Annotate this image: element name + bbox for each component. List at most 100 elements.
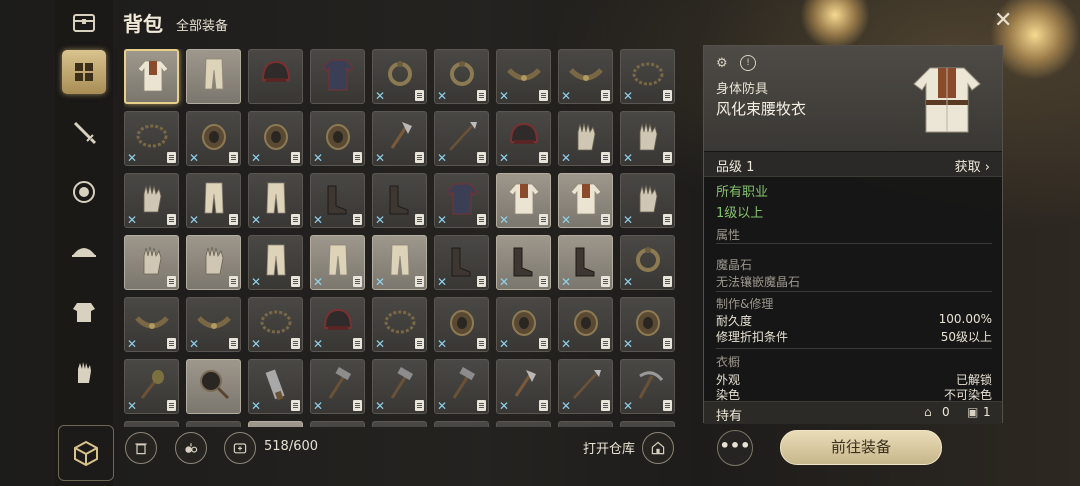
hat-icon[interactable] (62, 228, 106, 272)
note-icon (167, 276, 176, 287)
inventory-slot[interactable] (186, 49, 241, 104)
robe-icon (913, 67, 981, 133)
robe-icon (508, 183, 540, 215)
inventory-slot[interactable]: ✕ (558, 173, 613, 228)
inventory-slot[interactable]: ✕ (372, 297, 427, 352)
inventory-slot[interactable]: ✕ (496, 297, 551, 352)
inventory-slot[interactable]: ✕ (434, 235, 489, 290)
close-icon[interactable]: ✕ (994, 8, 1012, 33)
inventory-slot[interactable]: ✕ (558, 49, 613, 104)
sword-icon[interactable] (62, 110, 106, 154)
inventory-slot[interactable]: ✕ (186, 111, 241, 166)
note-icon (167, 214, 176, 225)
boots-icon (513, 247, 533, 277)
class-requirement: 所有职业 (716, 185, 769, 200)
inventory-slot[interactable]: ✕ (310, 297, 365, 352)
inventory-slot[interactable]: ✕ (558, 359, 613, 414)
inventory-slot[interactable] (310, 49, 365, 104)
inventory-slot[interactable]: ✕ (248, 359, 303, 414)
info-icon[interactable]: ! (740, 55, 756, 71)
crystal-desc: 无法镶嵌魔晶石 (716, 275, 801, 289)
bag-capacity-icon[interactable] (224, 432, 256, 464)
note-icon (539, 152, 548, 163)
inventory-slot[interactable]: ✕ (558, 297, 613, 352)
open-warehouse-label[interactable]: 打开仓库 (583, 438, 635, 457)
inventory-slot[interactable]: ✕ (496, 49, 551, 104)
note-icon (229, 338, 238, 349)
saw-icon (265, 369, 285, 401)
inventory-slot[interactable]: ✕ (248, 297, 303, 352)
divider (716, 348, 992, 349)
go-equip-button[interactable]: 前往装备 (780, 430, 942, 465)
ring-icon (636, 310, 660, 336)
note-icon (291, 400, 300, 411)
inventory-slot[interactable]: ✕ (496, 359, 551, 414)
unusable-mark-icon: ✕ (437, 151, 448, 165)
inventory-slot[interactable]: ✕ (496, 173, 551, 228)
warehouse-icon[interactable] (642, 432, 674, 464)
inventory-slot[interactable]: ✕ (434, 297, 489, 352)
boots-icon (327, 185, 347, 215)
inventory-slot[interactable]: ✕ (434, 111, 489, 166)
inventory-slot[interactable]: ✕ (620, 359, 675, 414)
chest-icon[interactable] (62, 0, 106, 44)
inventory-slot[interactable]: ✕ (124, 297, 179, 352)
inventory-slot[interactable]: ✕ (124, 359, 179, 414)
inventory-slot[interactable]: ✕ (372, 49, 427, 104)
inventory-slot[interactable]: ✕ (186, 173, 241, 228)
dismantle-icon[interactable] (175, 432, 207, 464)
appearance-label: 外观 (716, 373, 741, 387)
inventory-slot[interactable]: ✕ (496, 111, 551, 166)
inventory-slot[interactable]: ✕ (186, 297, 241, 352)
unusable-mark-icon: ✕ (375, 213, 386, 227)
inventory-slot[interactable]: ✕ (248, 235, 303, 290)
inventory-slot[interactable]: ✕ (620, 297, 675, 352)
inventory-slot[interactable] (248, 49, 303, 104)
inventory-slot[interactable]: ✕ (434, 49, 489, 104)
more-button[interactable]: ••• (717, 430, 753, 466)
inventory-slot[interactable]: ✕ (372, 235, 427, 290)
durability-row: 耐久度 100.00% (716, 312, 992, 329)
filter-label[interactable]: 全部装备 (176, 15, 228, 34)
unusable-mark-icon: ✕ (375, 399, 386, 413)
hammer-icon (452, 367, 476, 399)
gloves-icon[interactable] (62, 350, 106, 394)
note-icon (291, 214, 300, 225)
inventory-slot[interactable]: ✕ (248, 111, 303, 166)
inventory-slot[interactable]: ✕ (620, 111, 675, 166)
inventory-slot[interactable]: ✕ (496, 235, 551, 290)
earring-icon (636, 247, 660, 272)
inventory-slot[interactable]: ✕ (620, 49, 675, 104)
inventory-slot[interactable]: ✕ (372, 359, 427, 414)
ring-icon (450, 310, 474, 336)
inventory-slot[interactable] (186, 235, 241, 290)
acquire-link[interactable]: 获取 › (955, 156, 990, 175)
note-icon (229, 152, 238, 163)
inventory-slot[interactable]: ✕ (124, 173, 179, 228)
inventory-slot[interactable]: ✕ (434, 173, 489, 228)
inventory-slot[interactable] (186, 359, 241, 414)
inventory-slot[interactable]: ✕ (620, 173, 675, 228)
note-icon (663, 338, 672, 349)
inventory-slot[interactable]: ✕ (558, 111, 613, 166)
inventory-slot[interactable]: ✕ (558, 235, 613, 290)
armor-icon[interactable] (62, 290, 106, 334)
inventory-slot[interactable]: ✕ (310, 173, 365, 228)
trash-icon[interactable] (125, 432, 157, 464)
inventory-slot[interactable]: ✕ (372, 111, 427, 166)
shield-icon[interactable] (62, 170, 106, 214)
inventory-slot[interactable]: ✕ (620, 235, 675, 290)
inventory-slot[interactable]: ✕ (124, 111, 179, 166)
cube-icon[interactable] (58, 425, 114, 481)
inventory-slot[interactable]: ✕ (248, 173, 303, 228)
inventory-slot[interactable]: ✕ (310, 235, 365, 290)
unusable-mark-icon: ✕ (623, 151, 634, 165)
inventory-slot[interactable]: ✕ (310, 359, 365, 414)
inventory-slot[interactable]: ✕ (310, 111, 365, 166)
inventory-slot[interactable] (124, 235, 179, 290)
inventory-slot[interactable] (124, 49, 179, 104)
grid-icon[interactable] (62, 50, 106, 94)
inventory-slot[interactable]: ✕ (372, 173, 427, 228)
inventory-slot[interactable]: ✕ (434, 359, 489, 414)
attributes-title: 属性 (716, 228, 741, 242)
